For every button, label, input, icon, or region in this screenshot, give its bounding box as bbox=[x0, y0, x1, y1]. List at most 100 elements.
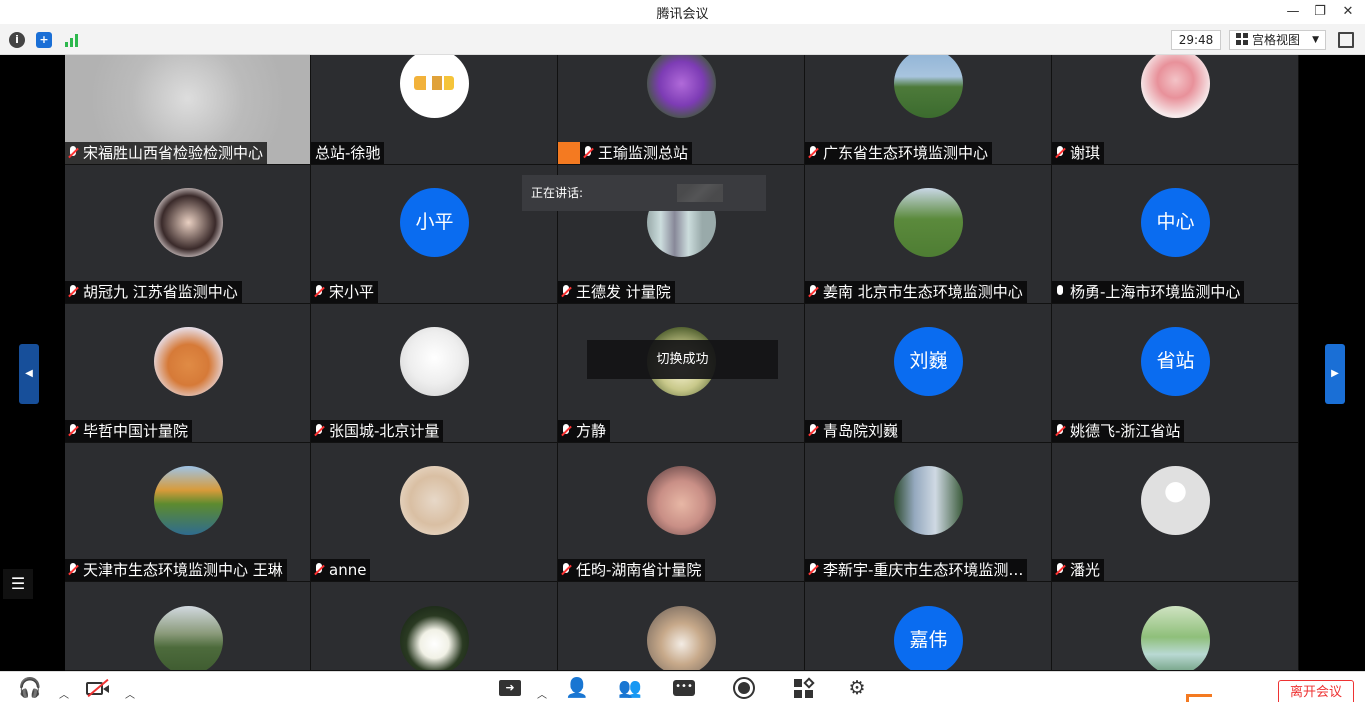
prev-page-button[interactable]: ◀ bbox=[19, 344, 39, 404]
cartoon-icon bbox=[414, 76, 454, 90]
leave-meeting-button[interactable]: 离开会议 bbox=[1278, 680, 1354, 702]
host-badge-icon bbox=[558, 142, 580, 164]
meeting-toolbar: i + 29:48 宫格视图 ▼ bbox=[0, 24, 1365, 55]
bottom-control-bar: 🎧 ︿ ︿ ➜ ︿ 👤 👥 ••• ⚙ 离开会议 bbox=[0, 671, 1365, 702]
participant-name: 姜南 北京市生态环境监测中心 bbox=[805, 281, 1027, 303]
participant-name: 方静 bbox=[558, 420, 611, 442]
mic-muted-icon bbox=[68, 424, 78, 438]
mic-muted-icon bbox=[808, 424, 818, 438]
participant-name: 青岛院刘巍 bbox=[805, 420, 903, 442]
participant-name-text: 王德发 计量院 bbox=[576, 283, 671, 301]
restore-icon[interactable]: ❐ bbox=[1310, 2, 1330, 22]
participant-tile[interactable]: 中心杨勇-上海市环境监测中心 bbox=[1052, 165, 1299, 304]
window-title: 腾讯会议 bbox=[656, 7, 709, 22]
participant-tile[interactable]: 胡冠九 江苏省监测中心 bbox=[65, 165, 311, 304]
avatar bbox=[647, 466, 716, 535]
participant-tile[interactable]: anne bbox=[311, 443, 558, 582]
avatar bbox=[154, 188, 223, 257]
participant-name-text: 青岛院刘巍 bbox=[823, 422, 899, 440]
settings-gear-icon[interactable]: ⚙ bbox=[844, 677, 870, 699]
avatar bbox=[400, 55, 469, 118]
participant-tile[interactable]: 王瑜监测总站 bbox=[558, 55, 805, 165]
close-icon[interactable]: ✕ bbox=[1338, 2, 1358, 22]
participant-tile[interactable]: 任昀-湖南省计量院 bbox=[558, 443, 805, 582]
participant-tile[interactable] bbox=[1052, 582, 1299, 671]
speaking-indicator: 正在讲话: bbox=[522, 175, 766, 211]
participant-tile[interactable]: 省站 姚德飞-浙江省站 bbox=[1052, 304, 1299, 443]
participant-name-text: 任昀-湖南省计量院 bbox=[576, 561, 702, 579]
signal-icon[interactable] bbox=[64, 34, 80, 47]
participant-tile[interactable]: 姜南 北京市生态环境监测中心 bbox=[805, 165, 1052, 304]
fullscreen-icon[interactable] bbox=[1338, 32, 1354, 48]
avatar bbox=[1141, 606, 1210, 670]
participant-tile[interactable] bbox=[311, 582, 558, 671]
avatar bbox=[154, 466, 223, 535]
minimize-icon[interactable]: — bbox=[1283, 2, 1303, 22]
view-mode-label: 宫格视图 bbox=[1252, 33, 1301, 47]
avatar bbox=[154, 327, 223, 396]
participant-name: anne bbox=[311, 559, 371, 581]
camera-off-icon[interactable] bbox=[85, 677, 111, 699]
participant-name: 张国城-北京计量 bbox=[311, 420, 444, 442]
mic-muted-icon bbox=[314, 563, 324, 577]
apps-icon[interactable] bbox=[791, 677, 817, 699]
invite-icon[interactable]: 👤 bbox=[564, 677, 590, 699]
participant-name: 谢琪 bbox=[1052, 142, 1105, 164]
participant-tile[interactable]: 嘉伟 bbox=[805, 582, 1052, 671]
participant-name-text: 潘光 bbox=[1070, 561, 1101, 579]
participant-name-text: anne bbox=[329, 561, 367, 579]
video-options-chevron-icon[interactable]: ︿ bbox=[125, 686, 135, 701]
chat-icon[interactable]: ••• bbox=[671, 677, 697, 699]
avatar-initials: 中心 bbox=[1141, 188, 1210, 257]
participant-tile[interactable]: 小平宋小平 bbox=[311, 165, 558, 304]
participant-name-text: 胡冠九 江苏省监测中心 bbox=[83, 283, 238, 301]
participant-name: 毕哲中国计量院 bbox=[65, 420, 193, 442]
participant-name: 总站-徐驰 bbox=[311, 142, 385, 164]
mic-muted-icon bbox=[68, 285, 78, 299]
participant-name-text: 杨勇-上海市环境监测中心 bbox=[1070, 283, 1241, 301]
member-list-icon[interactable]: ☰ bbox=[3, 569, 33, 599]
avatar-initials: 省站 bbox=[1141, 327, 1210, 396]
participant-name: 王德发 计量院 bbox=[558, 281, 675, 303]
participant-tile[interactable]: 宋福胜山西省检验检测中心 bbox=[65, 55, 311, 165]
avatar bbox=[154, 606, 223, 670]
participant-name: 李新宇-重庆市生态环境监测… bbox=[805, 559, 1028, 581]
participant-tile[interactable] bbox=[65, 582, 311, 671]
participant-tile[interactable]: 总站-徐驰 bbox=[311, 55, 558, 165]
participant-tile[interactable]: 潘光 bbox=[1052, 443, 1299, 582]
participant-tile[interactable]: 张国城-北京计量 bbox=[311, 304, 558, 443]
participant-tile[interactable]: 谢琪 bbox=[1052, 55, 1299, 165]
participant-tile[interactable]: 天津市生态环境监测中心 王琳 bbox=[65, 443, 311, 582]
participant-name: 杨勇-上海市环境监测中心 bbox=[1052, 281, 1245, 303]
participant-name-text: 天津市生态环境监测中心 王琳 bbox=[83, 561, 283, 579]
avatar-initials: 小平 bbox=[400, 188, 469, 257]
info-icon[interactable]: i bbox=[9, 32, 25, 48]
participant-name-text: 李新宇-重庆市生态环境监测… bbox=[823, 561, 1024, 579]
mic-muted-icon bbox=[68, 146, 78, 160]
meeting-window: { "window":{"title":"腾讯会议"}, "toolbar":{… bbox=[0, 0, 1365, 702]
participant-tile[interactable] bbox=[558, 582, 805, 671]
share-screen-icon[interactable]: ➜ bbox=[497, 677, 523, 699]
participant-tile[interactable]: 毕哲中国计量院 bbox=[65, 304, 311, 443]
audio-options-chevron-icon[interactable]: ︿ bbox=[59, 686, 69, 701]
view-mode-dropdown[interactable]: 宫格视图 ▼ bbox=[1229, 30, 1326, 50]
avatar bbox=[400, 606, 469, 670]
next-page-button[interactable]: ▶ bbox=[1325, 344, 1345, 404]
share-options-chevron-icon[interactable]: ︿ bbox=[537, 686, 547, 701]
mic-muted-icon bbox=[1055, 424, 1065, 438]
mic-muted-icon bbox=[561, 424, 571, 438]
members-icon[interactable]: 👥 bbox=[617, 677, 643, 699]
chevron-down-icon: ▼ bbox=[1312, 35, 1319, 45]
participant-name-text: 方静 bbox=[576, 422, 607, 440]
headset-icon[interactable]: 🎧 bbox=[17, 677, 43, 699]
participant-name: 宋小平 bbox=[311, 281, 379, 303]
record-icon[interactable] bbox=[731, 677, 757, 699]
participant-tile[interactable]: 广东省生态环境监测中心 bbox=[805, 55, 1052, 165]
participant-tile[interactable]: 刘巍 青岛院刘巍 bbox=[805, 304, 1052, 443]
shield-icon[interactable]: + bbox=[36, 32, 52, 48]
participant-name: 潘光 bbox=[1052, 559, 1105, 581]
avatar bbox=[647, 55, 716, 118]
participant-tile[interactable]: 李新宇-重庆市生态环境监测… bbox=[805, 443, 1052, 582]
switch-success-toast: 切换成功 bbox=[587, 340, 778, 379]
participant-name: 广东省生态环境监测中心 bbox=[805, 142, 993, 164]
